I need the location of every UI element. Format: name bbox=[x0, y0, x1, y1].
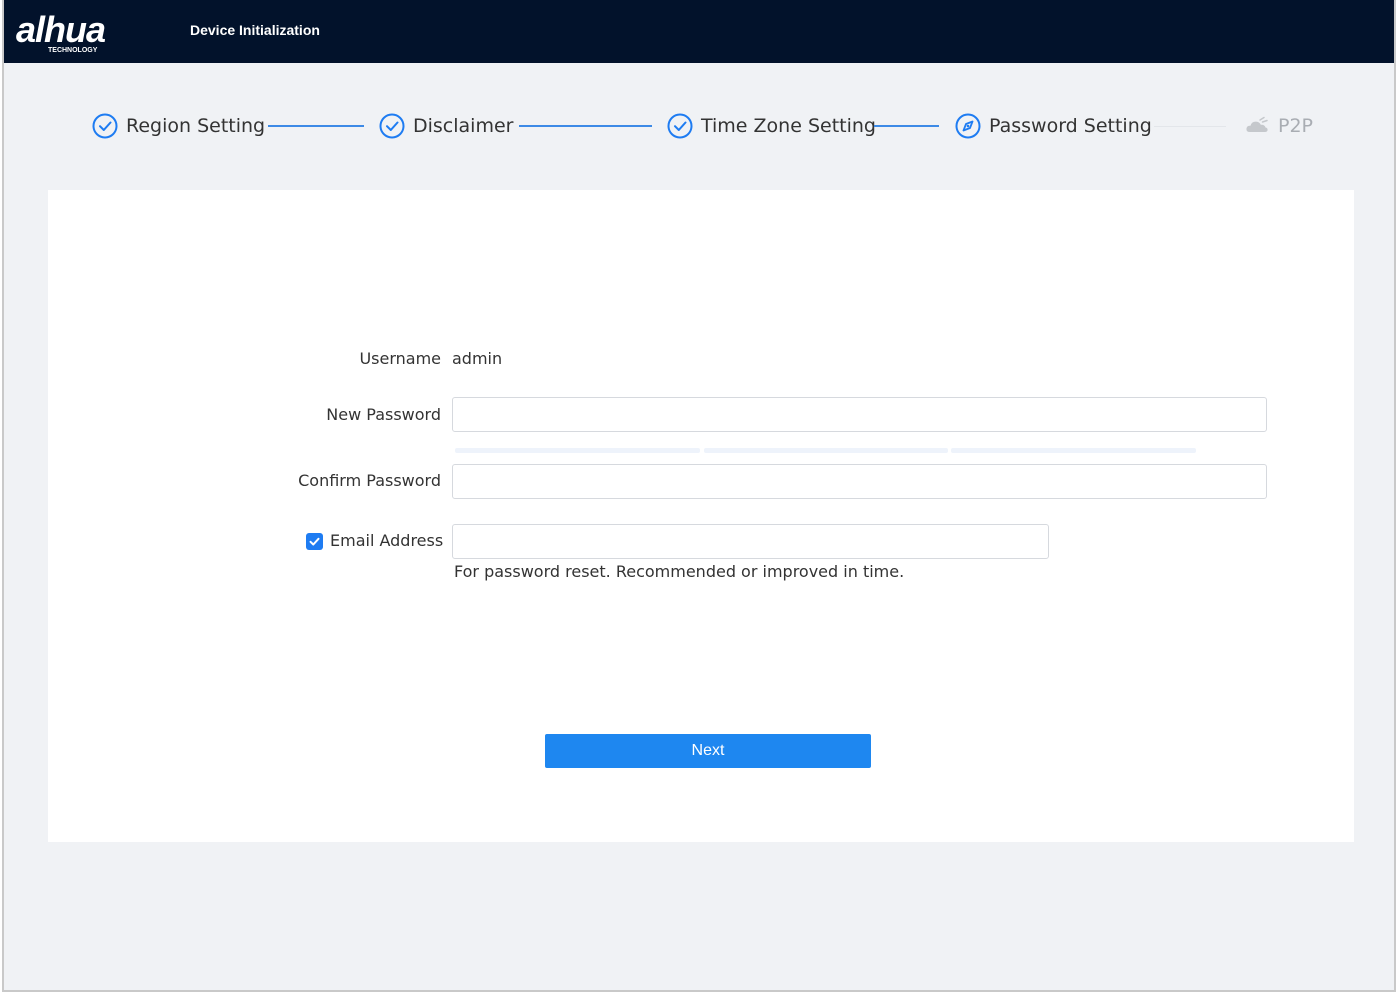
setup-stepper: Region Setting Disclaimer Time Zone Sett… bbox=[4, 108, 1394, 144]
step-time-zone-setting: Time Zone Setting bbox=[667, 108, 876, 144]
step-label: Password Setting bbox=[989, 115, 1152, 137]
next-button[interactable]: Next bbox=[545, 734, 871, 768]
confirm-password-label: Confirm Password bbox=[298, 471, 441, 490]
checkmark-icon bbox=[309, 537, 320, 546]
svg-text:alhua: alhua bbox=[16, 9, 105, 50]
app-window: alhua TECHNOLOGY Device Initialization R… bbox=[2, 0, 1396, 992]
new-password-input[interactable] bbox=[452, 397, 1267, 432]
step-connector bbox=[874, 125, 939, 127]
top-bar: alhua TECHNOLOGY Device Initialization bbox=[4, 0, 1394, 63]
page-title: Device Initialization bbox=[190, 22, 320, 38]
email-address-label[interactable]: Email Address bbox=[330, 531, 443, 550]
username-value: admin bbox=[452, 349, 503, 368]
email-checkbox[interactable] bbox=[306, 533, 323, 550]
step-label: P2P bbox=[1278, 115, 1314, 137]
step-label: Region Setting bbox=[126, 115, 266, 137]
step-connector bbox=[519, 125, 652, 127]
password-strength-bar-medium bbox=[704, 448, 948, 453]
password-strength-bar-strong bbox=[951, 448, 1196, 453]
step-connector bbox=[1154, 126, 1226, 127]
step-region-setting: Region Setting bbox=[92, 108, 265, 144]
email-hint-text: For password reset. Recommended or impro… bbox=[454, 562, 905, 581]
dahua-logo: alhua TECHNOLOGY bbox=[16, 9, 106, 54]
email-address-input[interactable] bbox=[452, 524, 1049, 559]
username-label: Username bbox=[359, 349, 441, 368]
step-label: Time Zone Setting bbox=[701, 115, 876, 137]
check-circle-icon bbox=[379, 113, 405, 139]
step-disclaimer: Disclaimer bbox=[379, 108, 513, 144]
step-label: Disclaimer bbox=[413, 115, 514, 137]
step-connector bbox=[268, 125, 364, 127]
svg-text:TECHNOLOGY: TECHNOLOGY bbox=[48, 47, 98, 54]
check-circle-icon bbox=[92, 113, 118, 139]
check-circle-icon bbox=[667, 113, 693, 139]
confirm-password-input[interactable] bbox=[452, 464, 1267, 499]
step-p2p: P2P bbox=[1244, 108, 1313, 144]
cloud-icon bbox=[1246, 116, 1268, 132]
new-password-label: New Password bbox=[326, 405, 441, 424]
password-strength-bar-weak bbox=[455, 448, 700, 453]
step-password-setting: Password Setting bbox=[955, 108, 1152, 144]
compass-icon bbox=[955, 113, 981, 139]
